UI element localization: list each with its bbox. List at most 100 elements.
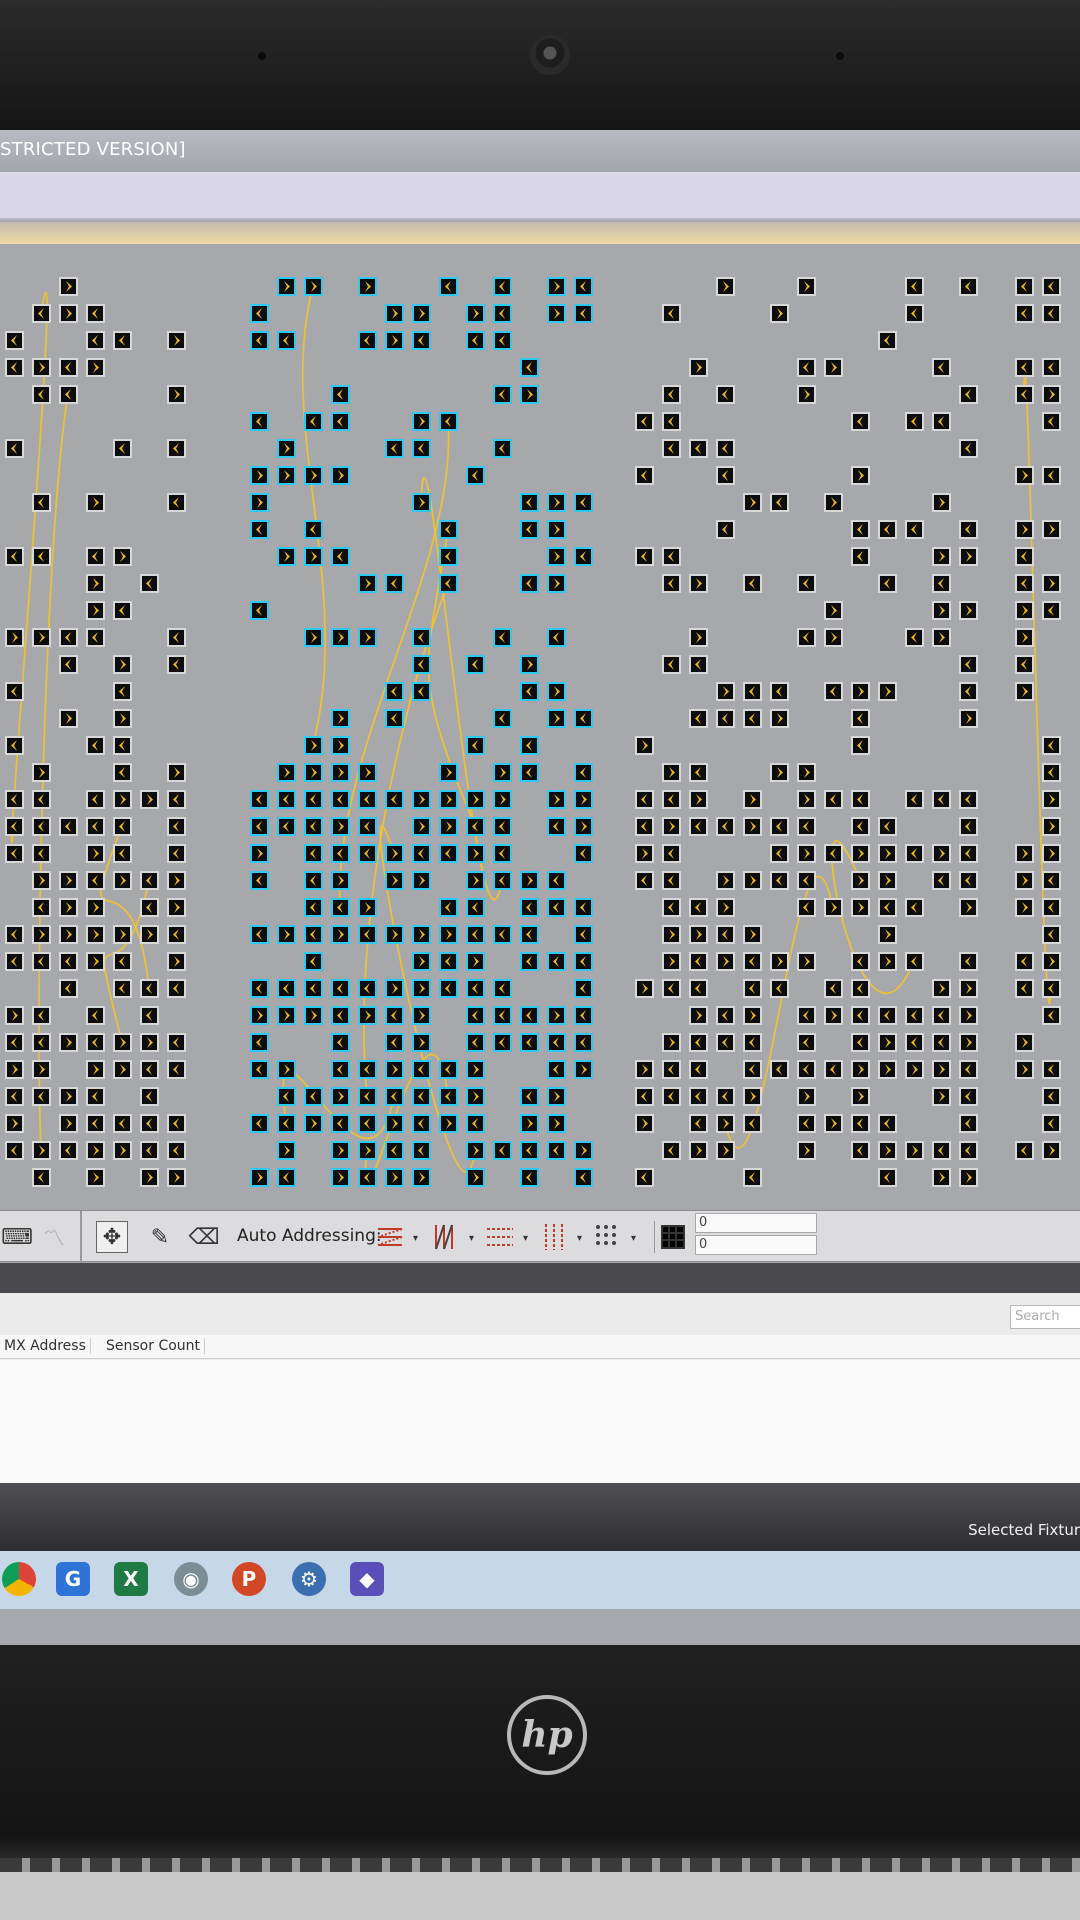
fixture[interactable] [905, 1060, 924, 1079]
fixture[interactable] [32, 628, 51, 647]
fixture[interactable] [851, 1087, 870, 1106]
fixture[interactable] [1042, 736, 1061, 755]
fixture-selected[interactable] [277, 466, 296, 485]
fixture[interactable] [797, 277, 816, 296]
fixture[interactable] [932, 412, 951, 431]
fixture-selected[interactable] [331, 628, 350, 647]
address-start-field[interactable]: 0 [695, 1213, 817, 1233]
fixture-selected[interactable] [412, 925, 431, 944]
fixture-selected[interactable] [277, 1114, 296, 1133]
fixture-selected[interactable] [493, 628, 512, 647]
fixture[interactable] [689, 790, 708, 809]
powerpoint-icon[interactable]: P [232, 1562, 266, 1596]
fixture[interactable] [5, 1141, 24, 1160]
fixture[interactable] [743, 1033, 762, 1052]
fixture[interactable] [716, 1006, 735, 1025]
fixture[interactable] [113, 331, 132, 350]
fixture[interactable] [851, 412, 870, 431]
fixture-selected[interactable] [331, 925, 350, 944]
fixture[interactable] [797, 1087, 816, 1106]
fixture-selected[interactable] [520, 1141, 539, 1160]
fixture[interactable] [824, 601, 843, 620]
fixture[interactable] [959, 1060, 978, 1079]
fixture[interactable] [167, 763, 186, 782]
fixture[interactable] [770, 493, 789, 512]
fixture[interactable] [797, 898, 816, 917]
fixture-selected[interactable] [250, 979, 269, 998]
fixture[interactable] [743, 493, 762, 512]
fixture-selected[interactable] [466, 1033, 485, 1052]
fixture[interactable] [113, 1033, 132, 1052]
fixture-selected[interactable] [439, 1114, 458, 1133]
fixture[interactable] [824, 358, 843, 377]
fixture-selected[interactable] [574, 277, 593, 296]
fixture-selected[interactable] [439, 952, 458, 971]
fixture[interactable] [1015, 385, 1034, 404]
fixture-selected[interactable] [466, 1114, 485, 1133]
fixture[interactable] [1015, 979, 1034, 998]
fixture-selected[interactable] [493, 1141, 512, 1160]
fixture[interactable] [86, 547, 105, 566]
fixture[interactable] [824, 493, 843, 512]
fixture[interactable] [140, 1033, 159, 1052]
fixture-selected[interactable] [304, 277, 323, 296]
fixture[interactable] [797, 385, 816, 404]
fixture-selected[interactable] [547, 493, 566, 512]
fixture[interactable] [59, 628, 78, 647]
fixture[interactable] [635, 1168, 654, 1187]
fixture[interactable] [1042, 1060, 1061, 1079]
fixture[interactable] [86, 1141, 105, 1160]
fixture-selected[interactable] [250, 304, 269, 323]
fixture[interactable] [905, 628, 924, 647]
fixture-selected[interactable] [385, 331, 404, 350]
fixture-selected[interactable] [358, 844, 377, 863]
fixture[interactable] [5, 1087, 24, 1106]
fixture-selected[interactable] [358, 1114, 377, 1133]
fixture[interactable] [59, 358, 78, 377]
fixture[interactable] [140, 1114, 159, 1133]
fixture[interactable] [86, 736, 105, 755]
fixture[interactable] [662, 871, 681, 890]
fixture[interactable] [1042, 1006, 1061, 1025]
fixture[interactable] [932, 493, 951, 512]
zigzag-rows-icon[interactable]: ▾ [374, 1221, 418, 1253]
fixture[interactable] [86, 1114, 105, 1133]
fixture[interactable] [878, 871, 897, 890]
fixture[interactable] [851, 1114, 870, 1133]
fixture-selected[interactable] [547, 1033, 566, 1052]
fixture-selected[interactable] [547, 871, 566, 890]
fixture-selected[interactable] [331, 1087, 350, 1106]
fixture-selected[interactable] [493, 790, 512, 809]
fixture[interactable] [770, 952, 789, 971]
fixture-selected[interactable] [574, 790, 593, 809]
fixture-selected[interactable] [331, 1114, 350, 1133]
fixture[interactable] [689, 574, 708, 593]
fixture[interactable] [140, 1006, 159, 1025]
fixture-selected[interactable] [439, 898, 458, 917]
fixture[interactable] [635, 871, 654, 890]
fixture[interactable] [113, 736, 132, 755]
fixture[interactable] [932, 1141, 951, 1160]
fixture-selected[interactable] [574, 304, 593, 323]
fixture[interactable] [878, 331, 897, 350]
fixture-selected[interactable] [574, 709, 593, 728]
fixture[interactable] [689, 1141, 708, 1160]
fixture[interactable] [1042, 466, 1061, 485]
rows-icon[interactable]: ▾ [484, 1221, 528, 1253]
fixture[interactable] [716, 871, 735, 890]
fixture[interactable] [824, 1006, 843, 1025]
fixture[interactable] [662, 979, 681, 998]
fixture[interactable] [167, 331, 186, 350]
fixture-selected[interactable] [520, 1006, 539, 1025]
fixture[interactable] [59, 709, 78, 728]
fixture[interactable] [32, 385, 51, 404]
fixture[interactable] [1015, 1060, 1034, 1079]
fixture[interactable] [959, 682, 978, 701]
fixture-selected[interactable] [250, 601, 269, 620]
fixture[interactable] [113, 790, 132, 809]
fixture-selected[interactable] [547, 817, 566, 836]
fixture[interactable] [797, 358, 816, 377]
fixture[interactable] [1042, 358, 1061, 377]
fixture[interactable] [689, 763, 708, 782]
fixture[interactable] [86, 925, 105, 944]
